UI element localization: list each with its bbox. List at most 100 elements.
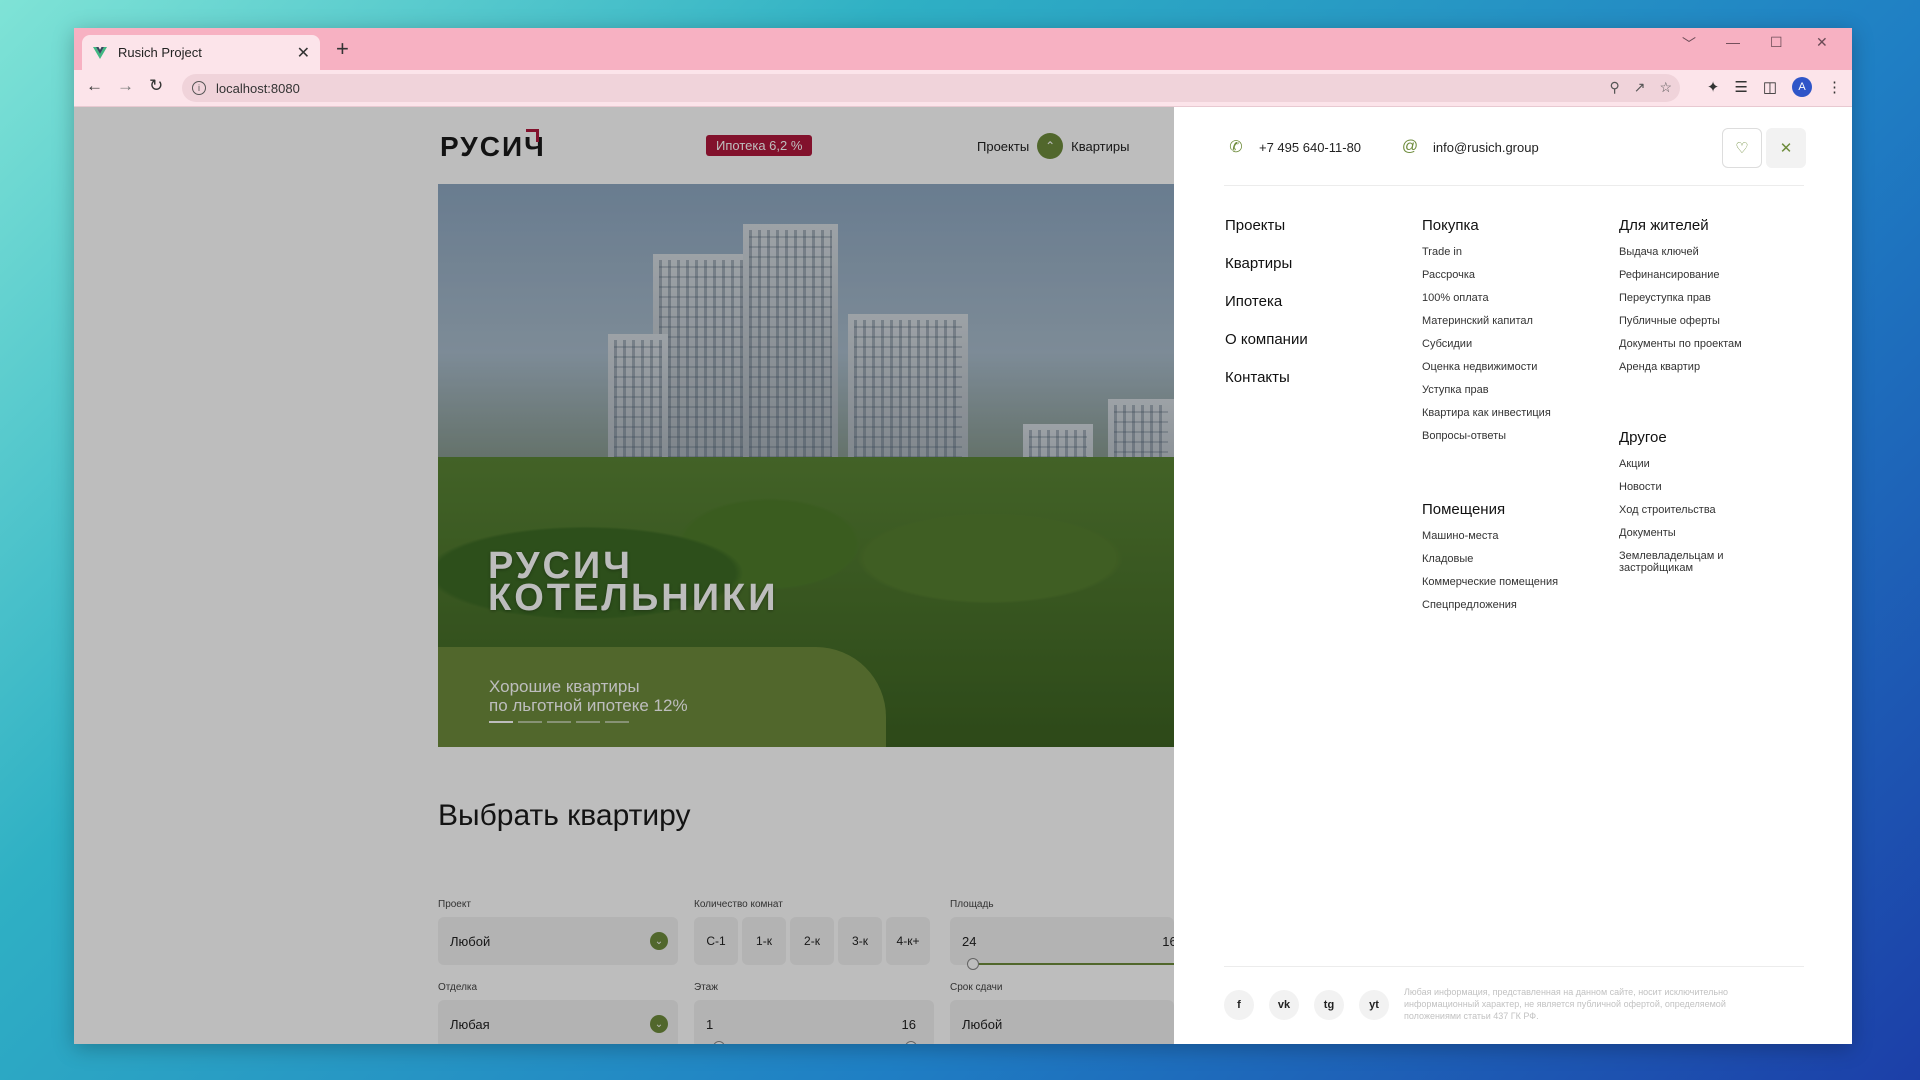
residents-link[interactable]: Рефинансирование [1619,269,1742,281]
premises-link[interactable]: Кладовые [1422,553,1558,565]
purchase-link[interactable]: Материнский капитал [1422,315,1551,327]
residents-link[interactable]: Выдача ключей [1619,246,1742,258]
phone-number[interactable]: +7 495 640-11-80 [1259,140,1361,155]
main-menu-link[interactable]: Проекты [1225,215,1308,236]
back-button[interactable]: ← [86,76,103,96]
other-link[interactable]: Землевладельцам и застройщикам [1619,550,1769,574]
purchase-link[interactable]: Вопросы-ответы [1422,430,1551,442]
deadline-select[interactable]: Любой [950,1000,1174,1044]
purchase-heading[interactable]: Покупка [1422,215,1551,236]
premises-link[interactable]: Машино-места [1422,530,1558,542]
residents-link[interactable]: Документы по проектам [1619,338,1742,350]
omnibox-actions: ⚲ ↗ ☆ [1609,79,1672,96]
email-contact[interactable]: @ info@rusich.group [1399,136,1539,158]
purchase-link[interactable]: Субсидии [1422,338,1551,350]
ipoteka-badge[interactable]: Ипотека 6,2 % [706,135,813,156]
residents-heading[interactable]: Для жителей [1619,215,1742,236]
room-button[interactable]: 3-к [838,917,882,965]
purchase-link[interactable]: Trade in [1422,246,1551,258]
site-nav: Проекты ⌃ Квартиры [977,133,1129,159]
floor-filter-label: Этаж [694,982,718,993]
footer-divider [1224,966,1804,967]
browser-tab[interactable]: Rusich Project ✕ [82,35,320,70]
other-link[interactable]: Документы [1619,527,1769,539]
hero-subtitle: Хорошие квартиры по льготной ипотеке 12% [489,677,688,715]
share-icon[interactable]: ↗ [1634,79,1646,96]
extensions-puzzle-icon[interactable]: ✦ [1707,78,1720,96]
maximize-button[interactable]: ☐ [1770,34,1783,51]
slider-dot[interactable] [576,721,600,723]
hero-banner[interactable]: РУСИЧ КОТЕЛЬНИКИ Хорошие квартиры по льг… [438,184,1174,747]
residents-link[interactable]: Переуступка прав [1619,292,1742,304]
finish-select-value: Любая [450,1016,490,1032]
area-slider-track[interactable] [972,963,1174,965]
phone-contact[interactable]: ✆ +7 495 640-11-80 [1225,136,1361,158]
browser-menu-icon[interactable]: ⋮ [1827,78,1842,96]
slider-dot[interactable] [605,721,629,723]
rooms-filter-label: Количество комнат [694,899,783,910]
minimize-button[interactable]: — [1726,34,1740,50]
bookmark-star-icon[interactable]: ☆ [1659,79,1672,96]
main-menu-link[interactable]: Квартиры [1225,253,1308,274]
tab-close-icon[interactable]: ✕ [297,43,310,63]
purchase-link[interactable]: 100% оплата [1422,292,1551,304]
nav-projects[interactable]: Проекты [977,139,1029,154]
purchase-link[interactable]: Квартира как инвестиция [1422,407,1551,419]
vk-icon[interactable]: vk [1269,990,1299,1020]
side-panel-icon[interactable]: ◫ [1763,78,1777,96]
facebook-icon[interactable]: f [1224,990,1254,1020]
forward-button[interactable]: → [117,76,134,96]
zoom-icon[interactable]: ⚲ [1609,79,1619,96]
close-menu-button[interactable]: ✕ [1766,128,1806,168]
purchase-link[interactable]: Оценка недвижимости [1422,361,1551,373]
telegram-icon[interactable]: tg [1314,990,1344,1020]
hero-title: РУСИЧ КОТЕЛЬНИКИ [488,545,779,619]
other-link[interactable]: Новости [1619,481,1769,493]
room-button[interactable]: 4-к+ [886,917,930,965]
email-address[interactable]: info@rusich.group [1433,140,1539,155]
reload-button[interactable]: ↻ [149,76,163,96]
residents-link[interactable]: Аренда квартир [1619,361,1742,373]
url-text[interactable]: localhost:8080 [216,81,300,96]
project-filter-label: Проект [438,899,471,910]
tab-search-icon[interactable]: ﹀ [1682,34,1696,54]
at-icon: @ [1401,138,1419,155]
other-link[interactable]: Ход строительства [1619,504,1769,516]
close-icon: ✕ [1779,140,1793,157]
premises-link[interactable]: Спецпредложения [1422,599,1558,611]
premises-heading[interactable]: Помещения [1422,499,1558,520]
room-button[interactable]: 1-к [742,917,786,965]
area-max: 160 [1162,933,1174,949]
area-range[interactable]: 24 160 [950,917,1174,965]
nav-toggle-icon[interactable]: ⌃ [1037,133,1064,159]
new-tab-button[interactable]: + [336,36,349,62]
address-bar[interactable]: i localhost:8080 ⚲ ↗ ☆ [182,74,1680,102]
residents-column: Для жителей Выдача ключей Рефинансировани… [1619,215,1742,384]
favorites-button[interactable]: ♡ [1722,128,1762,168]
floor-range[interactable]: 1 16 [694,1000,934,1044]
purchase-link[interactable]: Уступка прав [1422,384,1551,396]
youtube-icon[interactable]: yt [1359,990,1389,1020]
slider-dot[interactable] [547,721,571,723]
main-menu-link[interactable]: О компании [1225,329,1308,350]
tab-bar: Rusich Project ✕ + ﹀ — ☐ ✕ [74,28,1852,70]
site-info-icon[interactable]: i [192,81,206,95]
slider-dot[interactable] [518,721,542,723]
slider-dot[interactable] [489,721,513,723]
other-link[interactable]: Акции [1619,458,1769,470]
purchase-link[interactable]: Рассрочка [1422,269,1551,281]
other-heading[interactable]: Другое [1619,427,1769,448]
nav-apartments[interactable]: Квартиры [1071,139,1129,154]
project-select[interactable]: Любой ⌄ [438,917,678,965]
reading-list-icon[interactable]: ☰ [1734,78,1747,96]
area-slider-handle[interactable] [967,958,979,970]
residents-link[interactable]: Публичные оферты [1619,315,1742,327]
window-close-button[interactable]: ✕ [1816,34,1828,51]
room-button[interactable]: С-1 [694,917,738,965]
finish-select[interactable]: Любая ⌄ [438,1000,678,1044]
main-menu-link[interactable]: Контакты [1225,367,1308,388]
profile-avatar[interactable]: A [1792,77,1812,97]
main-menu-link[interactable]: Ипотека [1225,291,1308,312]
premises-link[interactable]: Коммерческие помещения [1422,576,1558,588]
room-button[interactable]: 2-к [790,917,834,965]
